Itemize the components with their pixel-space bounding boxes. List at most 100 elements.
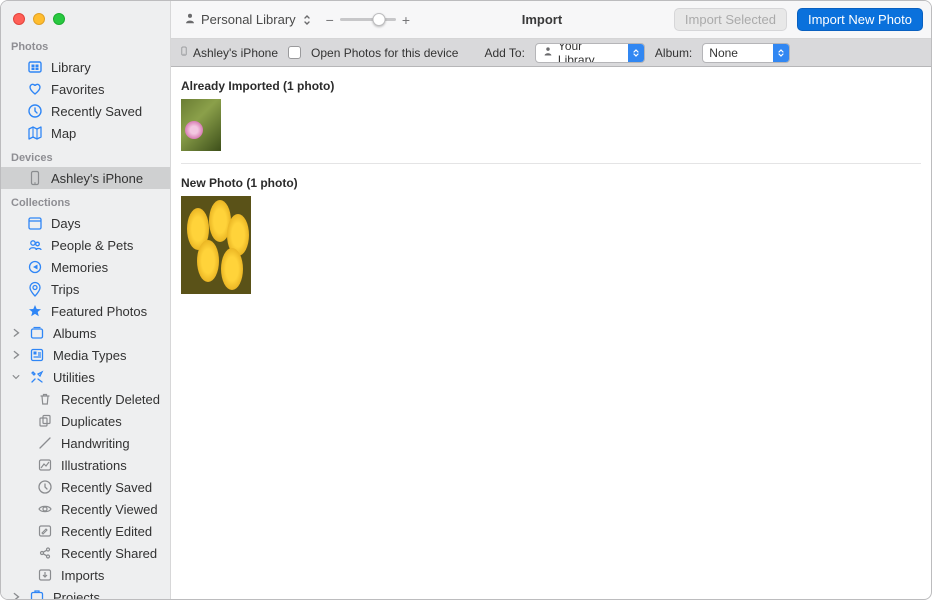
sidebar-section-collections: Collections xyxy=(1,189,170,212)
clock-grey-icon xyxy=(37,479,53,495)
import-selected-button: Import Selected xyxy=(674,8,787,31)
sidebar-item-memories[interactable]: Memories xyxy=(1,256,170,278)
sidebar-item-label: Duplicates xyxy=(61,414,122,429)
eye-icon xyxy=(37,501,53,517)
sidebar-item-label: Albums xyxy=(53,326,96,341)
sidebar-item-recently-viewed[interactable]: Recently Viewed xyxy=(1,498,170,520)
sidebar-item-library[interactable]: Library xyxy=(1,56,170,78)
window-controls xyxy=(1,1,170,33)
sidebar-item-label: Illustrations xyxy=(61,458,127,473)
photo-content-placeholder xyxy=(181,196,251,294)
memories-icon xyxy=(27,259,43,275)
sidebar-item-label: Recently Deleted xyxy=(61,392,160,407)
handwriting-icon xyxy=(37,435,53,451)
zoom-slider-knob[interactable] xyxy=(373,13,386,26)
duplicates-icon xyxy=(37,413,53,429)
already-imported-title: Already Imported (1 photo) xyxy=(171,75,931,99)
albums-icon xyxy=(29,325,45,341)
sidebar-item-imports[interactable]: Imports xyxy=(1,564,170,586)
new-photo-thumbs xyxy=(171,196,931,304)
sidebar-item-trips[interactable]: Trips xyxy=(1,278,170,300)
sidebar-item-label: Ashley's iPhone xyxy=(51,171,143,186)
photo-thumbnail[interactable] xyxy=(181,99,221,151)
projects-icon xyxy=(29,589,45,599)
add-to-selected-label: Your Library xyxy=(558,43,622,63)
library-picker[interactable]: Personal Library xyxy=(179,9,316,30)
sidebar-section-devices: Devices xyxy=(1,144,170,167)
zoom-control: − + xyxy=(326,12,410,28)
sidebar-item-duplicates[interactable]: Duplicates xyxy=(1,410,170,432)
sidebar-item-handwriting[interactable]: Handwriting xyxy=(1,432,170,454)
fullscreen-window-button[interactable] xyxy=(53,13,65,25)
toolbar: Personal Library − + Import Import Selec… xyxy=(171,1,931,39)
shared-icon xyxy=(37,545,53,561)
sidebar-item-recently-saved[interactable]: Recently Saved xyxy=(1,100,170,122)
sidebar-item-label: Recently Viewed xyxy=(61,502,158,517)
chevron-right-icon[interactable] xyxy=(11,350,21,360)
chevron-down-icon[interactable] xyxy=(11,372,21,382)
library-picker-label: Personal Library xyxy=(201,12,296,27)
import-new-button[interactable]: Import New Photo xyxy=(797,8,923,31)
sidebar-item-featured[interactable]: Featured Photos xyxy=(1,300,170,322)
sidebar: Photos Library Favorites Recently Saved … xyxy=(1,1,171,599)
photo-thumbnail[interactable] xyxy=(181,196,251,294)
already-imported-thumbs xyxy=(171,99,931,161)
content-area: Already Imported (1 photo) New Photo (1 … xyxy=(171,67,931,599)
sidebar-item-recently-saved-util[interactable]: Recently Saved xyxy=(1,476,170,498)
people-icon xyxy=(27,237,43,253)
sidebar-item-illustrations[interactable]: Illustrations xyxy=(1,454,170,476)
media-types-icon xyxy=(29,347,45,363)
sidebar-item-device-iphone[interactable]: Ashley's iPhone xyxy=(1,167,170,189)
add-to-dropdown[interactable]: Your Library xyxy=(535,43,645,63)
clock-icon xyxy=(27,103,43,119)
album-selected-label: None xyxy=(709,46,738,60)
sidebar-item-recently-edited[interactable]: Recently Edited xyxy=(1,520,170,542)
zoom-slider[interactable] xyxy=(340,18,396,21)
sidebar-section-photos: Photos xyxy=(1,33,170,56)
sidebar-item-label: Trips xyxy=(51,282,79,297)
calendar-icon xyxy=(27,215,43,231)
sidebar-item-recently-deleted[interactable]: Recently Deleted xyxy=(1,388,170,410)
sidebar-item-albums[interactable]: Albums xyxy=(1,322,170,344)
imports-icon xyxy=(37,567,53,583)
map-icon xyxy=(27,125,43,141)
person-icon xyxy=(183,11,197,28)
sidebar-item-recently-shared[interactable]: Recently Shared xyxy=(1,542,170,564)
zoom-out-button[interactable]: − xyxy=(326,12,334,28)
device-tag: Ashley's iPhone xyxy=(179,44,278,61)
sidebar-item-utilities[interactable]: Utilities xyxy=(1,366,170,388)
trash-icon xyxy=(37,391,53,407)
phone-icon xyxy=(27,170,43,186)
close-window-button[interactable] xyxy=(13,13,25,25)
sidebar-item-label: Imports xyxy=(61,568,104,583)
add-to-label: Add To: xyxy=(484,46,524,60)
sidebar-item-label: Featured Photos xyxy=(51,304,147,319)
sidebar-item-label: Utilities xyxy=(53,370,95,385)
new-photo-title: New Photo (1 photo) xyxy=(171,172,931,196)
dropdown-arrows-icon xyxy=(628,44,644,62)
utilities-icon xyxy=(29,369,45,385)
device-name-label: Ashley's iPhone xyxy=(193,46,278,60)
sidebar-item-label: People & Pets xyxy=(51,238,133,253)
open-photos-checkbox[interactable] xyxy=(288,46,301,59)
sidebar-item-days[interactable]: Days xyxy=(1,212,170,234)
sidebar-item-people-pets[interactable]: People & Pets xyxy=(1,234,170,256)
pin-icon xyxy=(27,281,43,297)
sidebar-item-media-types[interactable]: Media Types xyxy=(1,344,170,366)
heart-icon xyxy=(27,81,43,97)
album-dropdown[interactable]: None xyxy=(702,43,790,63)
sidebar-item-label: Recently Saved xyxy=(51,104,142,119)
sidebar-item-map[interactable]: Map xyxy=(1,122,170,144)
sidebar-item-label: Memories xyxy=(51,260,108,275)
chevron-right-icon[interactable] xyxy=(11,592,21,599)
toolbar-title: Import xyxy=(420,12,664,27)
illustrations-icon xyxy=(37,457,53,473)
sidebar-item-projects[interactable]: Projects xyxy=(1,586,170,599)
sidebar-item-favorites[interactable]: Favorites xyxy=(1,78,170,100)
minimize-window-button[interactable] xyxy=(33,13,45,25)
album-label: Album: xyxy=(655,46,692,60)
zoom-in-button[interactable]: + xyxy=(402,12,410,28)
chevron-right-icon[interactable] xyxy=(11,328,21,338)
import-subbar: Ashley's iPhone Open Photos for this dev… xyxy=(171,39,931,67)
sidebar-item-label: Recently Saved xyxy=(61,480,152,495)
